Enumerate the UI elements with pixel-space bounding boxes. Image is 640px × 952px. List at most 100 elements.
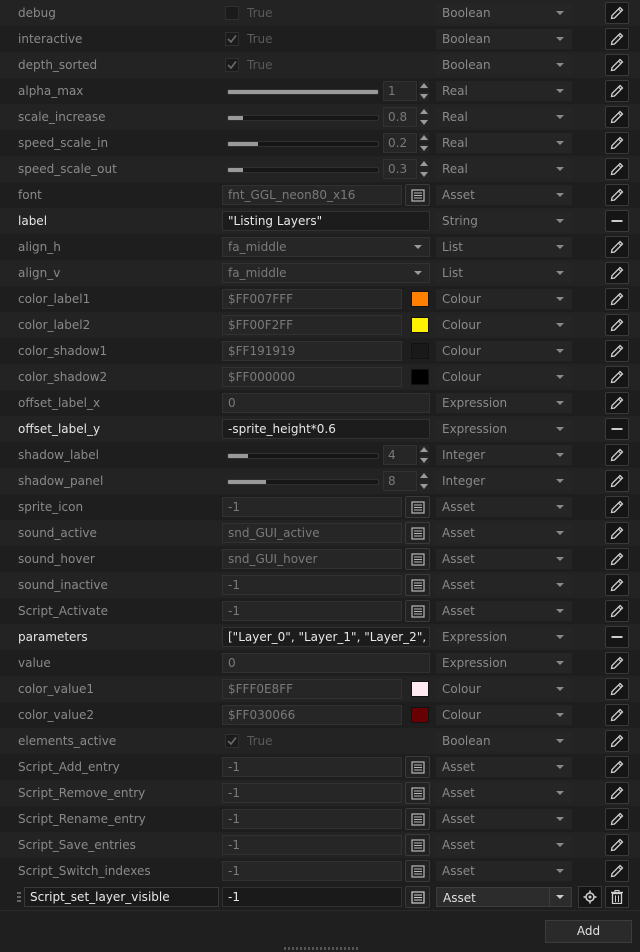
delete-button[interactable] [605,886,629,908]
spin-up-icon[interactable] [419,81,429,90]
colour-value-input[interactable]: $FF030066 [222,705,402,725]
new-variable-name-input[interactable]: Script_set_layer_visible [24,887,219,907]
edit-button[interactable] [605,366,629,388]
edit-button[interactable] [605,158,629,180]
edit-button[interactable] [605,2,629,24]
variable-type-dropdown[interactable]: Asset [436,835,572,855]
value-number-input[interactable]: 1 [383,81,417,101]
edit-button[interactable] [605,496,629,518]
asset-picker-button[interactable] [405,860,430,882]
edit-button[interactable] [605,444,629,466]
value-slider[interactable] [227,115,379,121]
drag-handle-icon[interactable] [17,892,21,902]
asset-value-field[interactable]: fnt_GGL_neon80_x16 [222,185,402,205]
new-variable-type-dropdown[interactable]: Asset [436,887,550,907]
asset-value-field[interactable]: -1 [222,497,402,517]
remove-override-button[interactable] [605,418,629,440]
asset-value-field[interactable]: -1 [222,575,402,595]
variable-type-dropdown[interactable]: Real [436,81,572,101]
spin-down-icon[interactable] [419,170,429,179]
colour-value-input[interactable]: $FF00F2FF [222,315,402,335]
value-spinner[interactable] [419,159,429,179]
edit-button[interactable] [605,80,629,102]
edit-button[interactable] [605,470,629,492]
variable-type-dropdown[interactable]: Asset [436,575,572,595]
variable-type-dropdown[interactable]: Asset [436,523,572,543]
variable-type-dropdown[interactable]: Asset [436,185,572,205]
colour-swatch[interactable] [411,707,429,723]
spin-up-icon[interactable] [419,471,429,480]
value-number-input[interactable]: 4 [383,445,417,465]
variable-type-dropdown[interactable]: Colour [436,705,572,725]
value-input[interactable]: 0 [222,393,430,413]
value-spinner[interactable] [419,471,429,491]
value-slider[interactable] [227,479,379,485]
spin-up-icon[interactable] [419,445,429,454]
variable-type-dropdown[interactable]: Colour [436,367,572,387]
colour-value-input[interactable]: $FF000000 [222,367,402,387]
variable-type-dropdown[interactable]: Asset [436,783,572,803]
checkbox[interactable] [225,32,239,46]
edit-button[interactable] [605,262,629,284]
edit-button[interactable] [605,392,629,414]
value-input[interactable]: 0 [222,653,430,673]
spin-down-icon[interactable] [419,118,429,127]
value-list-dropdown[interactable]: fa_middle [222,237,430,257]
edit-button[interactable] [605,860,629,882]
value-list-dropdown[interactable]: fa_middle [222,263,430,283]
value-spinner[interactable] [419,445,429,465]
variable-type-dropdown[interactable]: Asset [436,809,572,829]
value-slider[interactable] [227,89,379,95]
value-slider[interactable] [227,453,379,459]
variable-type-dropdown[interactable]: Integer [436,445,572,465]
asset-picker-button[interactable] [405,600,430,622]
remove-override-button[interactable] [605,210,629,232]
edit-button[interactable] [605,340,629,362]
edit-button[interactable] [605,548,629,570]
value-slider[interactable] [227,141,379,147]
colour-value-input[interactable]: $FF191919 [222,341,402,361]
edit-button[interactable] [605,184,629,206]
asset-value-field[interactable]: -1 [222,757,402,777]
variable-type-dropdown[interactable]: Expression [436,419,572,439]
colour-swatch[interactable] [411,369,429,385]
edit-button[interactable] [605,106,629,128]
variable-type-dropdown[interactable]: Asset [436,497,572,517]
add-button[interactable]: Add [545,920,632,943]
value-spinner[interactable] [419,81,429,101]
edit-button[interactable] [605,782,629,804]
edit-button[interactable] [605,834,629,856]
colour-swatch[interactable] [411,291,429,307]
checkbox[interactable] [225,734,239,748]
edit-button[interactable] [605,574,629,596]
edit-button[interactable] [605,54,629,76]
value-input[interactable]: -sprite_height*0.6 [222,419,430,439]
asset-picker-button[interactable] [405,782,430,804]
colour-swatch[interactable] [411,317,429,333]
settings-button[interactable] [578,886,602,908]
asset-value-field[interactable]: -1 [222,783,402,803]
asset-picker-button[interactable] [405,808,430,830]
edit-button[interactable] [605,652,629,674]
variable-type-dropdown[interactable]: Expression [436,653,572,673]
colour-value-input[interactable]: $FF007FFF [222,289,402,309]
spin-up-icon[interactable] [419,159,429,168]
colour-swatch[interactable] [411,343,429,359]
edit-button[interactable] [605,600,629,622]
variable-type-dropdown[interactable]: Expression [436,627,572,647]
value-slider[interactable] [227,167,379,173]
edit-button[interactable] [605,730,629,752]
variable-type-dropdown[interactable]: List [436,237,572,257]
asset-picker-button[interactable] [405,756,430,778]
variable-type-dropdown[interactable]: Colour [436,341,572,361]
variable-type-dropdown[interactable]: Real [436,133,572,153]
variable-type-dropdown[interactable]: Boolean [436,3,572,23]
asset-value-field[interactable]: -1 [222,809,402,829]
variable-type-dropdown[interactable]: Asset [436,549,572,569]
value-spinner[interactable] [419,107,429,127]
edit-button[interactable] [605,808,629,830]
edit-button[interactable] [605,236,629,258]
variable-type-dropdown[interactable]: Integer [436,471,572,491]
asset-value-field[interactable]: -1 [222,601,402,621]
colour-value-input[interactable]: $FFF0E8FF [222,679,402,699]
